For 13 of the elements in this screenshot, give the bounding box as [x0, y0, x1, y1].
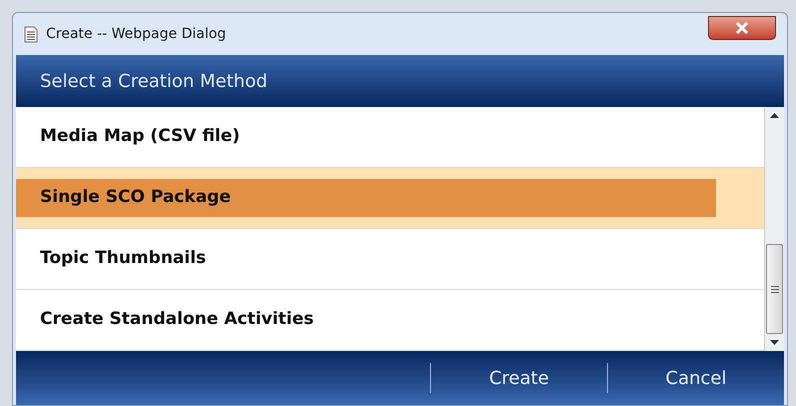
dialog-button[interactable]: Create [431, 358, 607, 398]
list-item[interactable]: Single SCO Package [16, 168, 764, 229]
scrollbar[interactable] [764, 107, 784, 351]
scroll-up-icon[interactable] [770, 113, 779, 118]
window-title: Create -- Webpage Dialog [46, 24, 226, 44]
close-button[interactable] [708, 16, 776, 40]
dialog-button[interactable]: Cancel [608, 358, 784, 398]
scroll-thumb[interactable] [766, 244, 783, 334]
document-icon [24, 26, 38, 42]
grip-icon [770, 286, 778, 292]
close-icon [735, 22, 749, 34]
scroll-down-icon[interactable] [770, 340, 779, 345]
dialog-header: Select a Creation Method [16, 55, 784, 107]
